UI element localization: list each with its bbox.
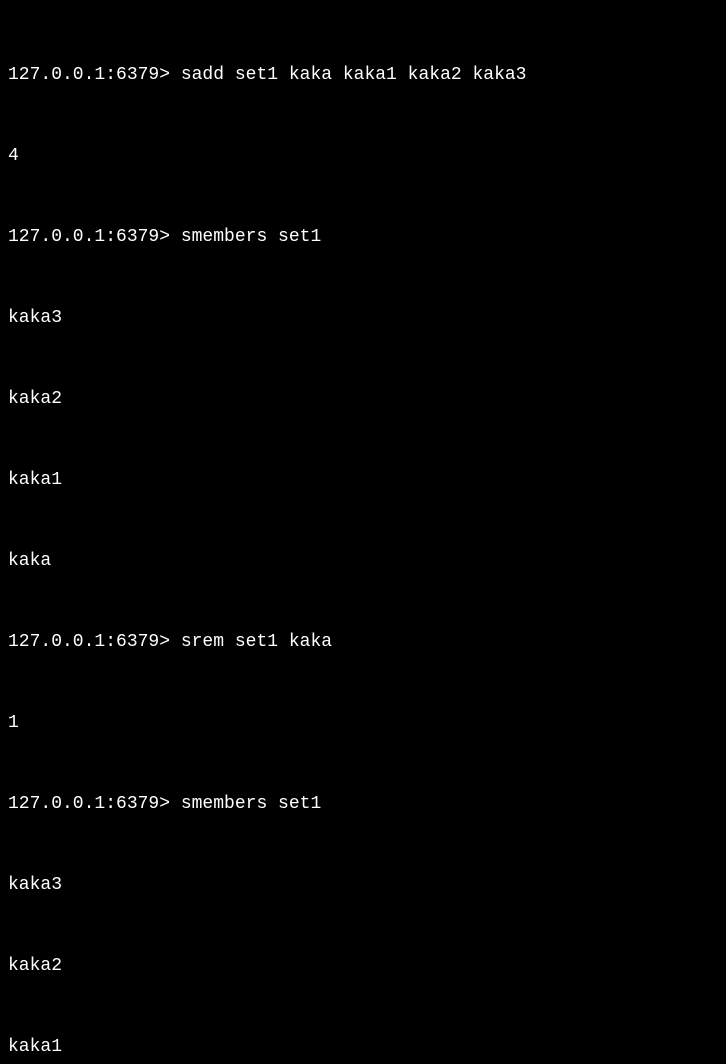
output-line: kaka [8,548,718,575]
output-line: kaka2 [8,953,718,980]
output-line: kaka1 [8,467,718,494]
prompt: 127.0.0.1:6379> [8,632,181,652]
command-text: sadd set1 kaka kaka1 kaka2 kaka3 [181,65,527,85]
output-line: kaka1 [8,1034,718,1061]
command-line: 127.0.0.1:6379> smembers set1 [8,224,718,251]
command-line: 127.0.0.1:6379> smembers set1 [8,791,718,818]
output-line: 4 [8,143,718,170]
command-text: smembers set1 [181,227,321,247]
output-line: kaka3 [8,872,718,899]
terminal[interactable]: 127.0.0.1:6379> sadd set1 kaka kaka1 kak… [8,8,718,1064]
prompt: 127.0.0.1:6379> [8,227,181,247]
command-text: smembers set1 [181,794,321,814]
prompt: 127.0.0.1:6379> [8,794,181,814]
command-text: srem set1 kaka [181,632,332,652]
prompt: 127.0.0.1:6379> [8,65,181,85]
output-line: kaka3 [8,305,718,332]
output-line: 1 [8,710,718,737]
output-line: kaka2 [8,386,718,413]
command-line: 127.0.0.1:6379> srem set1 kaka [8,629,718,656]
command-line: 127.0.0.1:6379> sadd set1 kaka kaka1 kak… [8,62,718,89]
